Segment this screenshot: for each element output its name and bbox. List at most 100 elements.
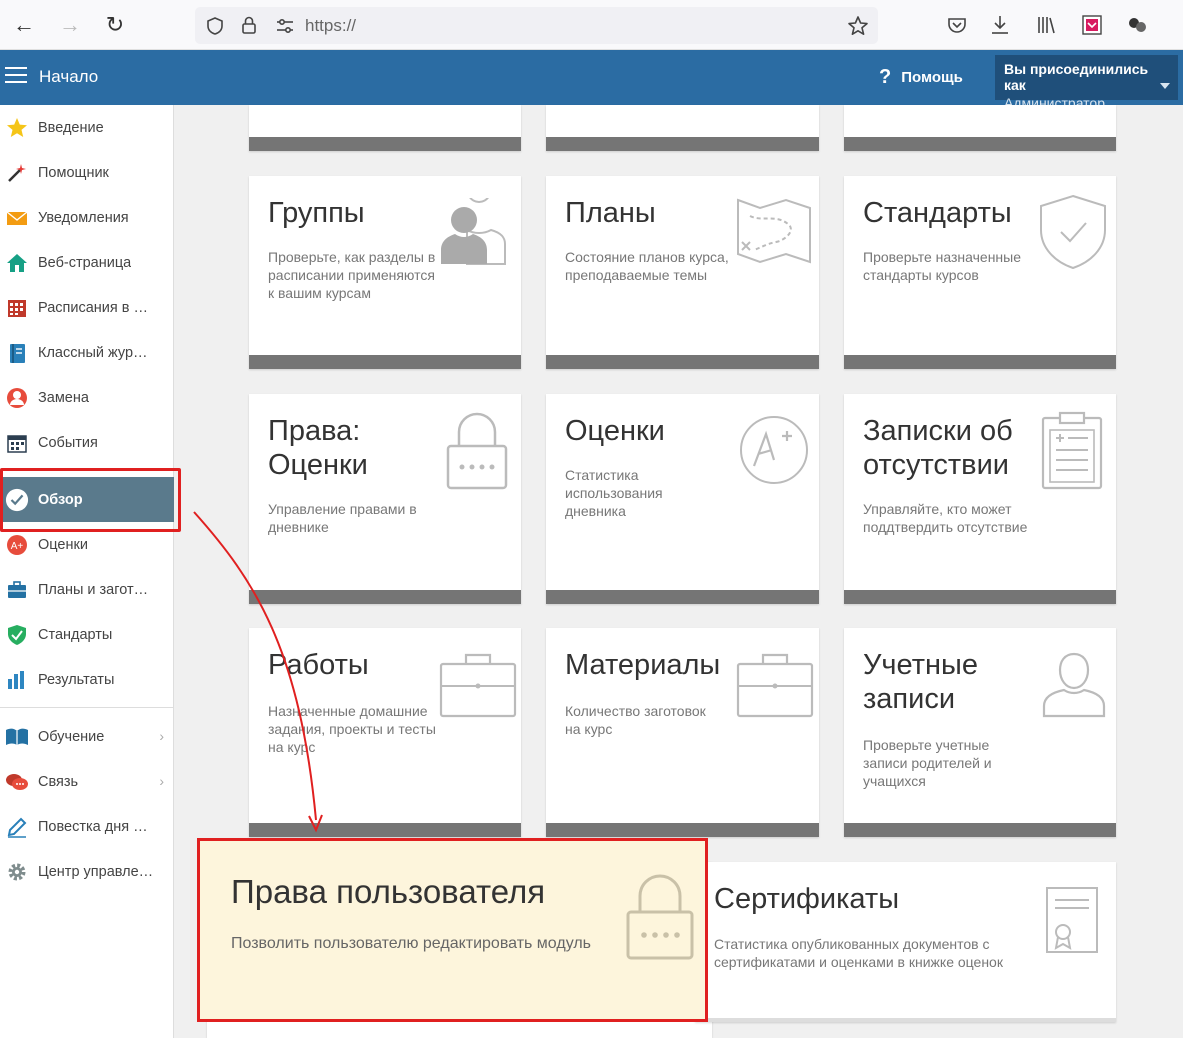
tile-bar: [844, 355, 1116, 369]
sidebar-item-label: Стандарты: [38, 626, 113, 643]
grade-a-plus-icon: [740, 416, 808, 484]
app-title[interactable]: Начало: [39, 67, 98, 87]
tile-bar: [546, 823, 819, 837]
sidebar-item-label: Связь: [38, 773, 79, 790]
help-button[interactable]: ? Помощь: [879, 66, 963, 89]
pocket-icon[interactable]: [946, 14, 968, 36]
tile-desc: Управление правами в дневнике: [268, 501, 417, 535]
sidebar-item-plans[interactable]: Планы и загот…: [0, 567, 174, 612]
help-label: Помощь: [901, 69, 963, 86]
tile-title: Стандарты: [863, 197, 1012, 229]
sidebar-item-label: Уведомления: [38, 209, 129, 226]
tile-partial[interactable]: [844, 105, 1116, 151]
url-text: https://: [305, 16, 357, 35]
padlock-icon: [446, 412, 508, 490]
chat-icon: [5, 770, 29, 794]
tile-desc: Назначенные домашние задания, проекты и …: [268, 703, 436, 755]
tile-standards[interactable]: Стандарты Проверьте назначенные стандарт…: [844, 176, 1116, 369]
tile-bar: [546, 590, 819, 604]
tile-title: Сертификаты: [714, 883, 900, 915]
sidebar-item-notifications[interactable]: Уведомления: [0, 195, 174, 240]
tile-bar: [844, 590, 1116, 604]
tile-works[interactable]: Работы Назначенные домашние задания, про…: [249, 628, 521, 837]
sidebar-item-journal[interactable]: Классный жур…: [0, 330, 174, 375]
clipboard-icon: [1041, 411, 1103, 490]
journal-icon: [5, 341, 29, 365]
question-icon: ?: [879, 66, 892, 88]
sidebar-item-label: Помощник: [38, 164, 109, 181]
tile-title: Права пользователя: [231, 873, 546, 910]
tile-certificates[interactable]: Сертификаты Статистика опубликованных до…: [695, 862, 1116, 1022]
tile-plans[interactable]: Планы Состояние планов курса, преподавае…: [546, 176, 819, 369]
sidebar-item-assistant[interactable]: Помощник: [0, 150, 174, 195]
download-icon[interactable]: [989, 14, 1011, 36]
tile-title: Работы: [268, 649, 369, 681]
sidebar-item-intro[interactable]: Введение: [0, 105, 174, 150]
tile-accounts[interactable]: Учетные записи Проверьте учетные записи …: [844, 628, 1116, 837]
tile-desc: Статистика опубликованных документов с с…: [714, 936, 1003, 970]
sidebar-item-webpage[interactable]: Веб-страница: [0, 240, 174, 285]
caret-down-icon: [1160, 83, 1170, 89]
bookmark-star-icon[interactable]: [847, 15, 869, 37]
person-icon: [5, 386, 29, 410]
hamburger-menu-icon[interactable]: [5, 67, 27, 85]
tile-groups[interactable]: Группы Проверьте, как разделы в расписан…: [249, 176, 521, 369]
briefcase-icon: [439, 653, 517, 718]
extension-icon-2[interactable]: [1126, 14, 1148, 36]
chevron-right-icon: ›: [159, 773, 164, 789]
sidebar-item-results[interactable]: Результаты: [0, 657, 174, 702]
sidebar-item-label: Расписания в …: [38, 299, 148, 316]
tile-desc: Позволить пользователю редактировать мод…: [231, 935, 592, 952]
gear-icon: [5, 860, 29, 884]
back-icon[interactable]: ←: [12, 13, 36, 37]
tile-title: Записки об отсутствии: [863, 415, 1013, 481]
app-header: Начало ? Помощь Вы присоединились как Ад…: [0, 50, 1183, 111]
sidebar-item-label: Планы и загот…: [38, 581, 149, 598]
sidebar-item-label: Введение: [38, 119, 104, 136]
tile-title: Планы: [565, 197, 656, 229]
sidebar-item-standards[interactable]: Стандарты: [0, 612, 174, 657]
map-icon: [737, 198, 811, 264]
tile-grades[interactable]: Оценки Статистика использования дневника: [546, 394, 819, 604]
briefcase-icon: [736, 653, 814, 718]
tile-partial[interactable]: [249, 105, 521, 151]
sidebar-item-label: Оценки: [38, 536, 88, 553]
tile-absence-notes[interactable]: Записки об отсутствии Управляйте, кто мо…: [844, 394, 1116, 604]
sidebar-item-label: События: [38, 434, 98, 451]
extension-icon[interactable]: [1081, 14, 1103, 36]
sidebar-item-agenda[interactable]: Повестка дня …: [0, 804, 174, 849]
bar-chart-icon: [5, 668, 29, 692]
user-menu[interactable]: Вы присоединились как Администратор: [995, 55, 1178, 111]
sidebar-item-schedules[interactable]: Расписания в …: [0, 285, 174, 330]
library-icon[interactable]: [1035, 14, 1057, 36]
reload-icon[interactable]: ↻: [103, 13, 127, 37]
tile-bar: [249, 823, 521, 837]
tile-materials[interactable]: Материалы Количество заготовок на курс: [546, 628, 819, 837]
overview-highlight-frame: [0, 468, 181, 532]
sidebar-item-label: Веб-страница: [38, 254, 132, 271]
tile-title: Группы: [268, 197, 365, 229]
book-icon: [5, 725, 29, 749]
tile-desc: Управляйте, кто может поддтвердить отсут…: [863, 501, 1028, 535]
tile-desc: Проверьте назначенные стандарты курсов: [863, 249, 1021, 283]
address-bar[interactable]: https://: [195, 7, 878, 44]
briefcase-icon: [5, 578, 29, 602]
certificate-icon: [1046, 887, 1098, 953]
tile-bar: [844, 823, 1116, 837]
tile-desc: Статистика использования дневника: [565, 467, 663, 519]
permissions-icon[interactable]: [275, 16, 295, 36]
sidebar-item-communication[interactable]: Связь ›: [0, 759, 174, 804]
forward-icon[interactable]: →: [58, 13, 82, 37]
tile-user-rights[interactable]: Права пользователя Позволить пользовател…: [197, 838, 708, 1022]
envelope-icon: [5, 206, 29, 230]
sidebar-item-substitution[interactable]: Замена: [0, 375, 174, 420]
tile-partial[interactable]: [546, 105, 819, 151]
sidebar-item-learning[interactable]: Обучение ›: [0, 714, 174, 759]
sidebar-item-events[interactable]: События: [0, 420, 174, 465]
star-icon: [5, 116, 29, 140]
magic-wand-icon: [5, 161, 29, 185]
tile-rights-grades[interactable]: Права: Оценки Управление правами в дневн…: [249, 394, 521, 604]
sidebar-item-control-center[interactable]: Центр управле…: [0, 849, 174, 894]
sidebar-item-label: Замена: [38, 389, 89, 406]
shield-check-icon: [1040, 194, 1106, 270]
